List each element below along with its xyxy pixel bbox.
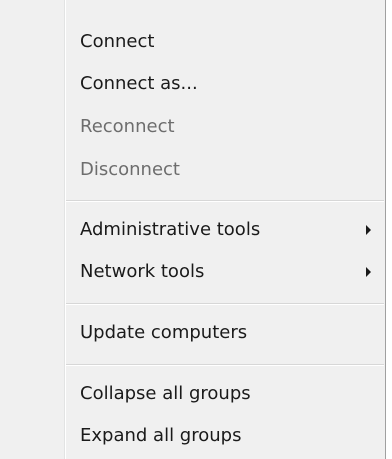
menu-item-label: Connect as... xyxy=(80,73,198,94)
menu-item-connect[interactable]: Connect xyxy=(0,22,384,62)
menu-separator xyxy=(66,303,384,305)
menu-right-border xyxy=(385,0,392,459)
separator-light-line xyxy=(66,304,384,305)
separator-light-line xyxy=(66,201,384,202)
menu-item-label: Collapse all groups xyxy=(80,383,251,404)
menu-item-label: Network tools xyxy=(80,261,205,282)
menu-item-label: Reconnect xyxy=(80,116,175,137)
menu-item-connect-as[interactable]: Connect as... xyxy=(0,64,384,104)
menu-item-expand-all-groups[interactable]: Expand all groups xyxy=(0,416,384,456)
menu-item-label: Administrative tools xyxy=(80,219,261,240)
menu-item-disconnect: Disconnect xyxy=(0,150,384,190)
menu-separator xyxy=(66,364,384,366)
menu-item-network-tools[interactable]: Network tools xyxy=(0,252,384,292)
menu-item-update-computers[interactable]: Update computers xyxy=(0,313,384,353)
menu-item-label: Update computers xyxy=(80,322,248,343)
menu-separator xyxy=(66,200,384,202)
menu-item-reconnect: Reconnect xyxy=(0,107,384,147)
menu-item-label: Connect xyxy=(80,31,155,52)
separator-light-line xyxy=(66,365,384,366)
menu-panel: Connect Connect as... Reconnect Disconne… xyxy=(0,0,384,459)
context-menu: Connect Connect as... Reconnect Disconne… xyxy=(0,0,392,459)
menu-item-label: Expand all groups xyxy=(80,425,242,446)
chevron-right-icon xyxy=(366,267,371,277)
menu-item-label: Disconnect xyxy=(80,159,180,180)
chevron-right-icon xyxy=(366,225,371,235)
menu-item-collapse-all-groups[interactable]: Collapse all groups xyxy=(0,374,384,414)
menu-item-administrative-tools[interactable]: Administrative tools xyxy=(0,210,384,250)
